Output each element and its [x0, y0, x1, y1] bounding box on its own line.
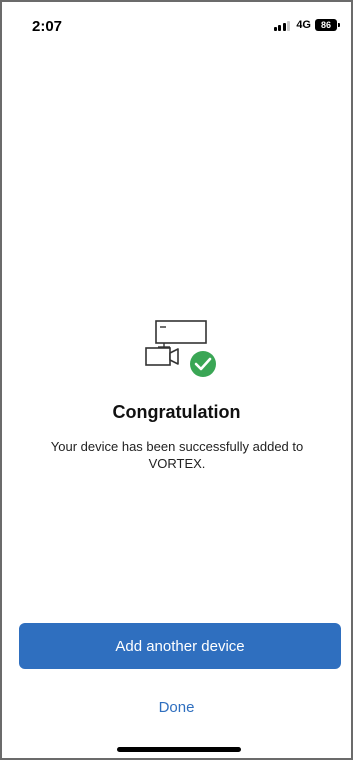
home-indicator[interactable]: [117, 747, 241, 752]
camera-icon: [145, 347, 179, 366]
battery-level: 86: [320, 20, 331, 30]
success-title: Congratulation: [112, 402, 241, 422]
cellular-signal-icon: [273, 20, 291, 31]
app-screen: 2:07 4G 86 Congratulation Your device ha…: [0, 0, 353, 760]
add-another-device-button[interactable]: Add another device: [19, 623, 341, 669]
battery-icon: 86: [315, 19, 340, 31]
network-type: 4G: [296, 19, 311, 31]
success-message: Your device has been successfully added …: [50, 439, 304, 471]
status-indicators: 4G 86: [273, 19, 340, 31]
status-bar: 2:07 4G 86: [2, 2, 351, 46]
done-button[interactable]: Done: [2, 699, 351, 716]
check-circle-icon: [190, 351, 216, 377]
status-time: 2:07: [32, 18, 63, 35]
monitor-icon: [155, 320, 207, 348]
device-added-illustration: [140, 318, 220, 380]
